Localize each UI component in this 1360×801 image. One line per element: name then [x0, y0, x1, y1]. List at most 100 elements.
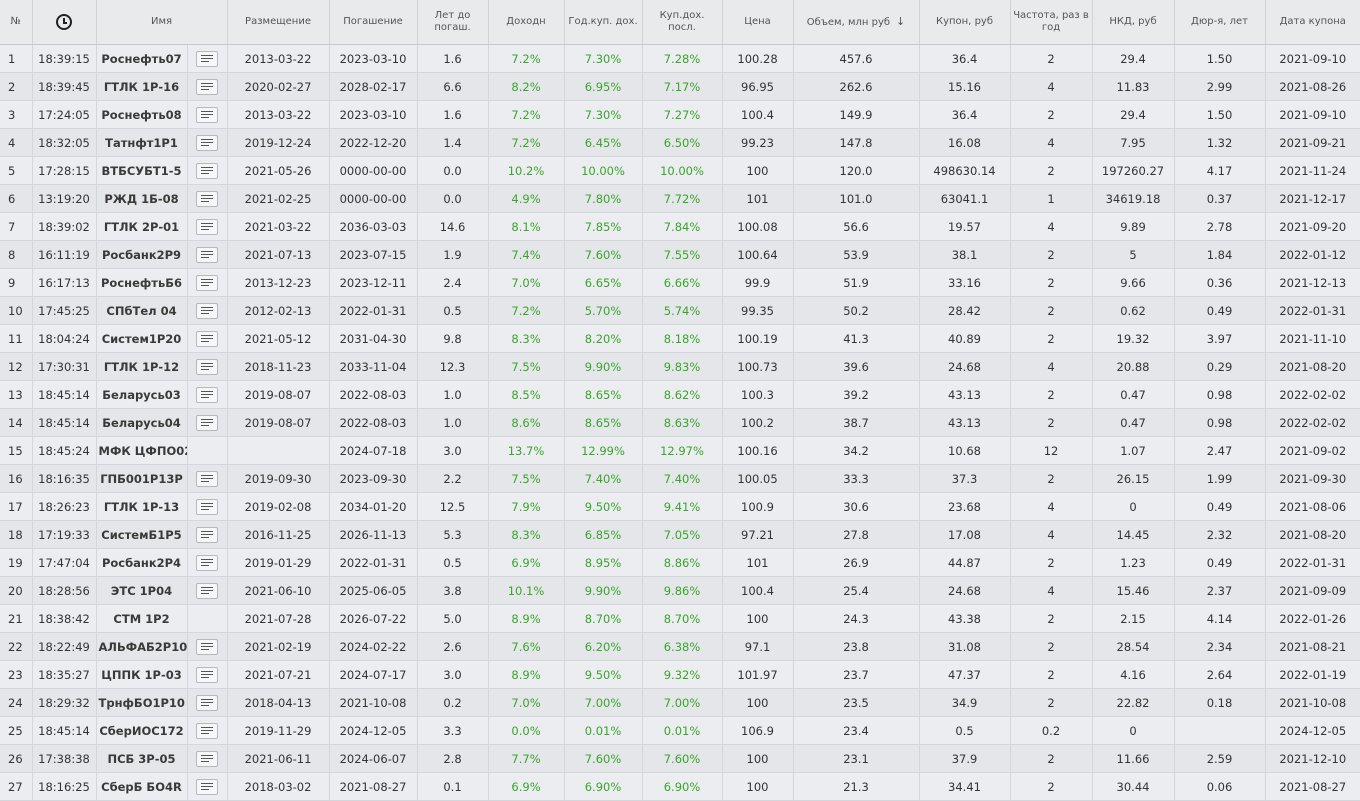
price: 100.3 [721, 380, 794, 409]
document-icon[interactable] [196, 694, 218, 711]
yield: 6.9% [487, 772, 565, 801]
document-icon[interactable] [196, 302, 218, 319]
table-row[interactable]: 11 18:04:24 Систем1Р20 2021-05-12 2031-04-30… [0, 324, 1360, 353]
doc-cell [186, 324, 228, 353]
document-icon[interactable] [196, 722, 218, 739]
maturity-date: 2022-01-31 [328, 548, 418, 577]
table-row[interactable]: 18 17:19:33 СистемБ1Р5 2016-11-25 2026-11-13… [0, 520, 1360, 549]
table-row[interactable]: 15 18:45:24 МФК ЦФПО02 2024-07-18 3.0 13.7% 12… [0, 436, 1360, 465]
annual-coupon-yield: 8.95% [563, 548, 643, 577]
coupon-date: 2021-08-20 [1264, 520, 1360, 549]
col-header-frequency[interactable]: Частота, раз в год [1009, 0, 1093, 45]
col-header-years-to-maturity[interactable]: Лет до погаш. [416, 0, 489, 45]
document-icon[interactable] [196, 218, 218, 235]
coupon: 33.16 [918, 268, 1011, 297]
row-time: 18:45:24 [31, 436, 96, 465]
table-row[interactable]: 24 18:29:32 ТрнфБО1Р10 2018-04-13 2021-10-08… [0, 688, 1360, 717]
table-row[interactable]: 3 17:24:05 Роснефть08 2013-03-22 2023-03-10 1… [0, 100, 1360, 129]
price: 100 [721, 688, 794, 717]
coupon-yield-last: 8.86% [641, 548, 723, 577]
document-icon[interactable] [196, 498, 218, 515]
col-header-duration[interactable]: Дюр-я, лет [1173, 0, 1266, 45]
table-row[interactable]: 21 18:38:42 СТМ 1Р2 2021-07-28 2026-07-22 5.0… [0, 604, 1360, 633]
price: 100.28 [721, 44, 794, 73]
years-to-maturity: 1.6 [416, 100, 489, 129]
yield: 0.0% [487, 716, 565, 745]
table-row[interactable]: 20 18:28:56 ЭТС 1Р04 2021-06-10 2025-06-05 3.… [0, 576, 1360, 605]
document-icon[interactable] [196, 582, 218, 599]
col-header-nkd[interactable]: НКД, руб [1091, 0, 1175, 45]
col-header-price[interactable]: Цена [721, 0, 794, 45]
table-row[interactable]: 14 18:45:14 Беларусь04 2019-08-07 2022-08-03… [0, 408, 1360, 437]
annual-coupon-yield: 8.65% [563, 380, 643, 409]
maturity-date: 2034-01-20 [328, 492, 418, 521]
table-row[interactable]: 7 18:39:02 ГТЛК 2Р-01 2021-03-22 2036-03-03 1… [0, 212, 1360, 241]
table-row[interactable]: 17 18:26:23 ГТЛК 1Р-13 2019-02-08 2034-01-20… [0, 492, 1360, 521]
bond-name: Росбанк2Р4 [95, 548, 187, 577]
frequency: 2 [1009, 240, 1093, 269]
bond-name: РоснефтьБ6 [95, 268, 187, 297]
document-icon[interactable] [196, 330, 218, 347]
table-row[interactable]: 9 16:17:13 РоснефтьБ6 2013-12-23 2023-12-11 2… [0, 268, 1360, 297]
col-header-volume[interactable]: Объем, млн руб ↓ [792, 0, 920, 45]
table-row[interactable]: 2 18:39:45 ГТЛК 1Р-16 2020-02-27 2028-02-17 6… [0, 72, 1360, 101]
table-row[interactable]: 16 18:16:35 ГПБ001Р13Р 2019-09-30 2023-09-30… [0, 464, 1360, 493]
bonds-table: № Имя Размещение Погашение Лет до погаш.… [0, 0, 1360, 801]
col-header-placement[interactable]: Размещение [226, 0, 330, 45]
document-icon[interactable] [196, 638, 218, 655]
col-header-coupon-date[interactable]: Дата купона [1264, 0, 1360, 45]
doc-cell [186, 464, 228, 493]
document-icon[interactable] [196, 470, 218, 487]
annual-coupon-yield: 6.20% [563, 632, 643, 661]
document-icon[interactable] [196, 190, 218, 207]
table-row[interactable]: 19 17:47:04 Росбанк2Р4 2019-01-29 2022-01-31… [0, 548, 1360, 577]
maturity-date: 2022-12-20 [328, 128, 418, 157]
document-icon[interactable] [196, 162, 218, 179]
document-icon[interactable] [196, 778, 218, 795]
document-icon[interactable] [196, 50, 218, 67]
table-row[interactable]: 4 18:32:05 Татнфт1Р1 2019-12-24 2022-12-20 1.… [0, 128, 1360, 157]
document-icon[interactable] [196, 358, 218, 375]
table-row[interactable]: 5 17:28:15 ВТБСУБТ1-5 2021-05-26 0000-00-00 0… [0, 156, 1360, 185]
document-icon[interactable] [196, 274, 218, 291]
yield: 7.6% [487, 632, 565, 661]
coupon-date: 2021-12-13 [1264, 268, 1360, 297]
col-header-coupon[interactable]: Купон, руб [918, 0, 1011, 45]
col-header-yield[interactable]: Доходн [487, 0, 565, 45]
coupon-yield-last: 7.05% [641, 520, 723, 549]
col-header-coupon-yield-last[interactable]: Куп.дох. посл. [641, 0, 723, 45]
yield: 13.7% [487, 436, 565, 465]
table-row[interactable]: 26 17:38:38 ПСБ 3Р-05 2021-06-11 2024-06-07 2… [0, 744, 1360, 773]
bond-name: ГТЛК 1Р-16 [95, 72, 187, 101]
document-icon[interactable] [196, 414, 218, 431]
table-row[interactable]: 6 13:19:20 РЖД 1Б-08 2021-02-25 0000-00-00 0.… [0, 184, 1360, 213]
document-icon[interactable] [196, 666, 218, 683]
document-icon[interactable] [196, 526, 218, 543]
row-num: 22 [0, 632, 32, 661]
table-row[interactable]: 27 18:16:25 СберБ БО4R 2018-03-02 2021-08-27… [0, 772, 1360, 801]
col-header-num[interactable]: № [0, 0, 32, 45]
document-icon[interactable] [196, 386, 218, 403]
col-header-time[interactable] [31, 0, 96, 45]
document-icon[interactable] [196, 750, 218, 767]
document-icon[interactable] [196, 106, 218, 123]
col-header-name[interactable]: Имя [95, 0, 228, 45]
table-row[interactable]: 10 17:45:25 СПбТел 04 2012-02-13 2022-01-31 0… [0, 296, 1360, 325]
document-icon[interactable] [196, 554, 218, 571]
coupon-date: 2021-09-21 [1264, 128, 1360, 157]
row-time: 18:04:24 [31, 324, 96, 353]
coupon: 43.13 [918, 408, 1011, 437]
table-row[interactable]: 23 18:35:27 ЦППК 1Р-03 2021-07-21 2024-07-17… [0, 660, 1360, 689]
table-row[interactable]: 1 18:39:15 Роснефть07 2013-03-22 2023-03-10 1… [0, 44, 1360, 73]
document-icon[interactable] [196, 78, 218, 95]
col-header-maturity[interactable]: Погашение [328, 0, 418, 45]
document-icon[interactable] [196, 246, 218, 263]
document-icon[interactable] [196, 134, 218, 151]
years-to-maturity: 1.4 [416, 128, 489, 157]
table-row[interactable]: 8 16:11:19 Росбанк2Р9 2021-07-13 2023-07-15 1… [0, 240, 1360, 269]
table-row[interactable]: 13 18:45:14 Беларусь03 2019-08-07 2022-08-03… [0, 380, 1360, 409]
col-header-annual-coupon-yield[interactable]: Год.куп. дох. [563, 0, 643, 45]
table-row[interactable]: 25 18:45:14 СберИОС172 2019-11-29 2024-12-05… [0, 716, 1360, 745]
table-row[interactable]: 22 18:22:49 АЛЬФАБ2Р10 2021-02-19 2024-02-22… [0, 632, 1360, 661]
table-row[interactable]: 12 17:30:31 ГТЛК 1Р-12 2018-11-23 2033-11-04… [0, 352, 1360, 381]
